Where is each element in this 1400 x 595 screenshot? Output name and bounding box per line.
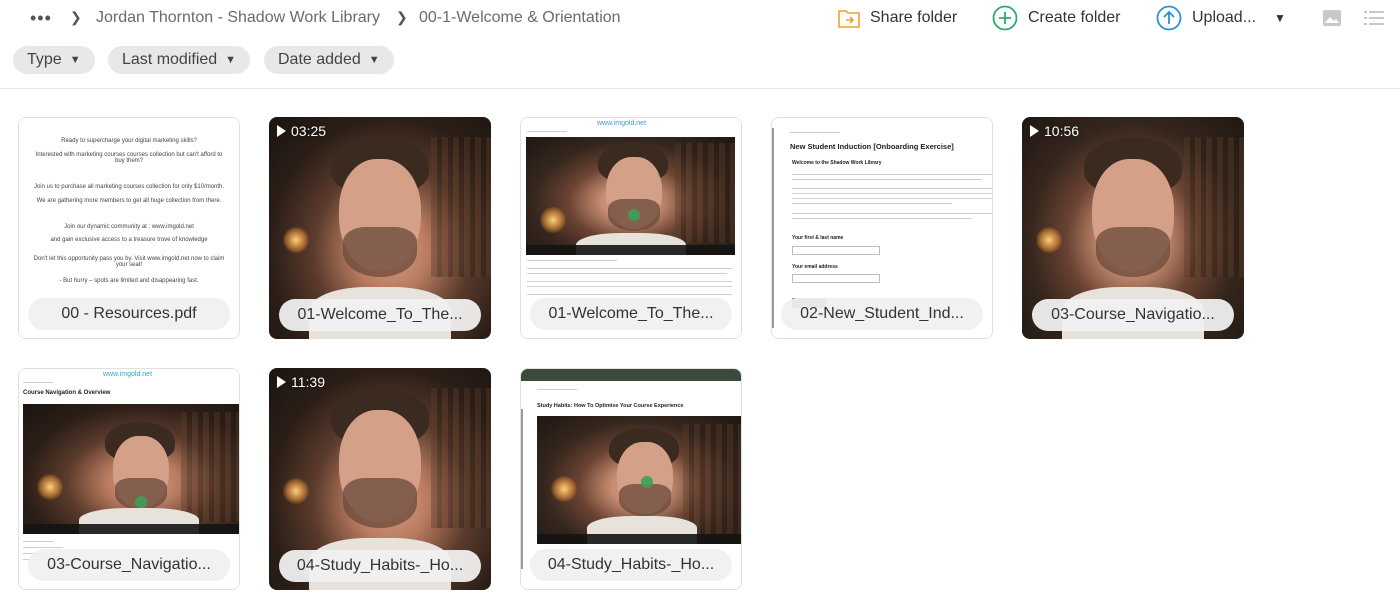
watermark-text: www.imgold.net	[103, 371, 153, 378]
file-name: 01-Welcome_To_The...	[279, 299, 481, 331]
chevron-down-icon: ▼	[368, 54, 380, 66]
doc-text-line: Join us to purchase all marketing course…	[33, 184, 225, 190]
file-tile[interactable]: www.imgold.net Course Navigation & Overv…	[18, 368, 240, 590]
video-duration: 11:39	[277, 374, 325, 390]
chevron-right-icon: ❯	[70, 9, 82, 25]
create-folder-button[interactable]: Create folder	[992, 5, 1121, 31]
more-horizontal-icon[interactable]: •••	[30, 8, 52, 28]
list-view-icon[interactable]	[1364, 9, 1384, 32]
last-modified-filter[interactable]: Last modified ▼	[108, 46, 251, 74]
chevron-down-icon: ▼	[225, 54, 237, 66]
chevron-down-icon: ▼	[69, 54, 81, 66]
last-modified-filter-label: Last modified	[122, 51, 218, 68]
field-label: Your email address	[792, 264, 838, 270]
file-tile[interactable]: Ready to supercharge your digital market…	[18, 117, 240, 339]
type-filter[interactable]: Type ▼	[13, 46, 95, 74]
plus-circle-icon	[992, 5, 1018, 31]
doc-text-line: Don't let this opportunity pass you by. …	[33, 256, 225, 268]
chevron-right-icon: ❯	[396, 9, 408, 25]
file-tile[interactable]: www.imgold.net 01-Welcome_To_The...	[520, 117, 742, 339]
date-added-filter[interactable]: Date added ▼	[264, 46, 394, 74]
doc-text-line: Ready to supercharge your digital market…	[61, 138, 197, 144]
duration-text: 10:56	[1044, 123, 1080, 139]
doc-text-line: and gain exclusive access to a treasure …	[50, 237, 208, 243]
share-folder-label: Share folder	[870, 9, 958, 26]
file-name: 02-New_Student_Ind...	[781, 298, 983, 330]
file-tile[interactable]: 10:56 03-Course_Navigatio...	[1022, 117, 1244, 339]
file-name: 03-Course_Navigatio...	[1032, 299, 1234, 331]
play-icon	[1030, 125, 1039, 137]
file-name: 04-Study_Habits-_Ho...	[279, 550, 481, 582]
image-view-icon[interactable]	[1322, 9, 1342, 32]
play-icon	[277, 125, 286, 137]
file-tile[interactable]: 03:25 01-Welcome_To_The...	[269, 117, 491, 339]
embedded-video	[526, 137, 735, 255]
play-icon	[277, 376, 286, 388]
file-tile[interactable]: New Student Induction [Onboarding Exerci…	[771, 117, 993, 339]
file-name: 00 - Resources.pdf	[28, 298, 230, 330]
doc-title: New Student Induction [Onboarding Exerci…	[790, 142, 954, 151]
doc-text-line: - But hurry – spots are limited and disa…	[59, 278, 199, 284]
doc-subtitle: Welcome to the Shadow Work Library	[792, 160, 882, 166]
upload-arrow-icon	[1156, 5, 1182, 31]
doc-title: Study Habits: How To Optimise Your Cours…	[537, 403, 684, 409]
duration-text: 11:39	[291, 374, 325, 390]
doc-title: Course Navigation & Overview	[23, 390, 111, 396]
file-name: 04-Study_Habits-_Ho...	[530, 549, 732, 581]
doc-text-line: We are gathering more members to get all…	[36, 198, 222, 204]
upload-button[interactable]: Upload... ▼	[1156, 5, 1286, 31]
duration-text: 03:25	[291, 123, 327, 139]
chevron-down-icon[interactable]: ▼	[1274, 11, 1286, 25]
video-duration: 03:25	[277, 123, 326, 139]
upload-label: Upload...	[1192, 9, 1257, 26]
file-name: 01-Welcome_To_The...	[530, 298, 732, 330]
file-tile[interactable]: Study Habits: How To Optimise Your Cours…	[520, 368, 742, 590]
breadcrumb-current-folder[interactable]: 00-1-Welcome & Orientation	[419, 9, 621, 27]
field-label: Your first & last name	[792, 235, 844, 241]
header-divider	[0, 88, 1400, 89]
top-bar: ••• ❯ Jordan Thornton - Shadow Work Libr…	[0, 0, 1400, 38]
date-added-filter-label: Date added	[278, 51, 361, 68]
type-filter-label: Type	[27, 51, 62, 68]
video-duration: 10:56	[1030, 123, 1079, 139]
share-folder-button[interactable]: Share folder	[838, 5, 957, 31]
embedded-video	[23, 404, 239, 534]
doc-text-line: Join our dynamic community at : www.imgo…	[64, 224, 194, 230]
create-folder-label: Create folder	[1028, 9, 1121, 26]
embedded-video	[537, 416, 741, 544]
file-name: 03-Course_Navigatio...	[28, 549, 230, 581]
breadcrumb-library[interactable]: Jordan Thornton - Shadow Work Library	[96, 9, 380, 27]
doc-text-line: Interested with marketing courses course…	[35, 152, 223, 164]
watermark-text: www.imgold.net	[597, 120, 647, 127]
share-folder-icon	[838, 8, 860, 28]
file-tile[interactable]: 11:39 04-Study_Habits-_Ho...	[269, 368, 491, 590]
